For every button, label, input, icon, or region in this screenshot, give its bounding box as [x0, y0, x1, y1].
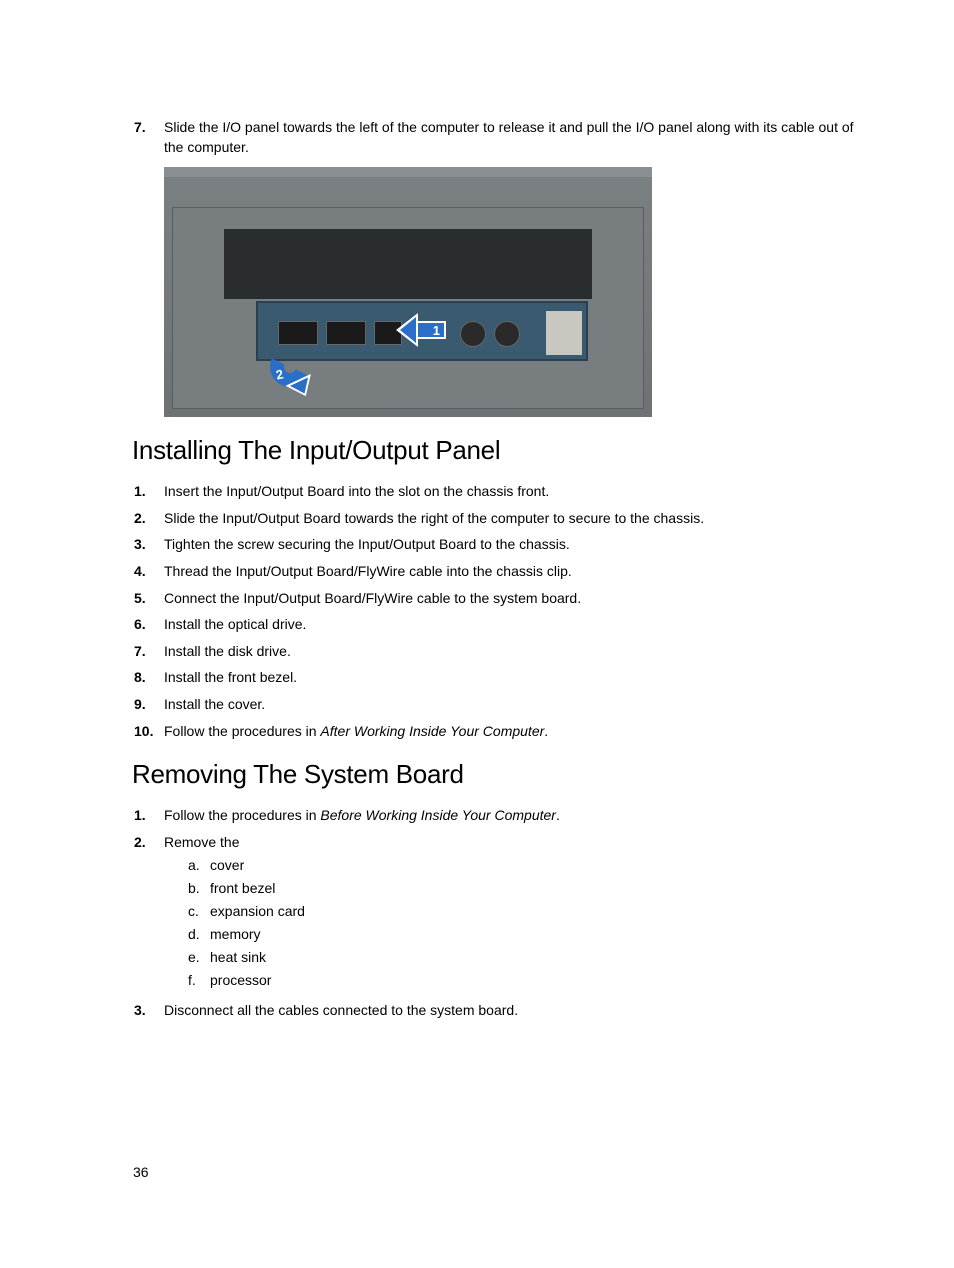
list-item: 3.Disconnect all the cables connected to… — [134, 1001, 856, 1021]
list-item: 2.Slide the Input/Output Board towards t… — [134, 509, 856, 529]
led-panel-icon — [546, 311, 582, 355]
step-7: 7. Slide the I/O panel towards the left … — [134, 118, 856, 157]
cross-reference: After Working Inside Your Computer — [320, 723, 544, 739]
audio-jack-icon — [460, 321, 486, 347]
sublist-item: a.cover — [188, 856, 856, 875]
installing-steps-list: 1.Insert the Input/Output Board into the… — [134, 482, 856, 741]
list-item: 8.Install the front bezel. — [134, 668, 856, 688]
step-text: Slide the I/O panel towards the left of … — [164, 118, 856, 157]
heading-installing-io-panel: Installing The Input/Output Panel — [132, 435, 856, 466]
page-number: 36 — [133, 1164, 149, 1180]
list-item: 3.Tighten the screw securing the Input/O… — [134, 535, 856, 555]
arrow-left-icon: 1 — [396, 315, 446, 345]
list-item: 10. Follow the procedures in After Worki… — [134, 722, 856, 742]
list-item: 4.Thread the Input/Output Board/FlyWire … — [134, 562, 856, 582]
list-item: 1.Insert the Input/Output Board into the… — [134, 482, 856, 502]
sublist-item: f.processor — [188, 971, 856, 990]
list-item: 2. Remove the a.cover b.front bezel c.ex… — [134, 833, 856, 994]
sublist-item: e.heat sink — [188, 948, 856, 967]
usb-port-icon — [326, 321, 366, 345]
usb-port-icon — [278, 321, 318, 345]
remove-sublist: a.cover b.front bezel c.expansion card d… — [188, 856, 856, 989]
sublist-item: d.memory — [188, 925, 856, 944]
list-item: 6.Install the optical drive. — [134, 615, 856, 635]
callout-1: 1 — [433, 323, 440, 338]
chassis-interior — [224, 229, 592, 299]
list-item: 5.Connect the Input/Output Board/FlyWire… — [134, 589, 856, 609]
io-panel-figure: 1 2 — [164, 167, 652, 417]
cross-reference: Before Working Inside Your Computer — [320, 807, 556, 823]
list-item: 1. Follow the procedures in Before Worki… — [134, 806, 856, 826]
list-item: 9.Install the cover. — [134, 695, 856, 715]
audio-jack-icon — [494, 321, 520, 347]
sublist-item: c.expansion card — [188, 902, 856, 921]
step-number: 7. — [134, 118, 164, 157]
removing-steps-list: 1. Follow the procedures in Before Worki… — [134, 806, 856, 1020]
sublist-item: b.front bezel — [188, 879, 856, 898]
list-item: 7.Install the disk drive. — [134, 642, 856, 662]
arrow-rotate-icon: 2 — [262, 347, 318, 403]
heading-removing-system-board: Removing The System Board — [132, 759, 856, 790]
